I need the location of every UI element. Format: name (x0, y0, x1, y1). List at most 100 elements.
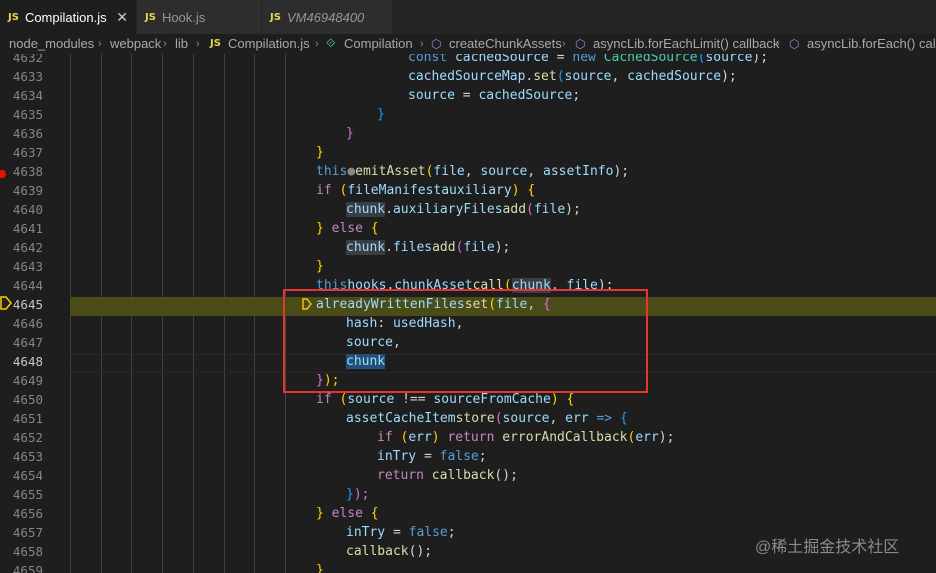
chevron-right-icon: › (562, 38, 566, 50)
breadcrumb-item[interactable]: asyncLib.forEachLimit() callback (593, 36, 779, 51)
code-text: if (fileManifestauxiliary) { (316, 183, 536, 198)
annotation-highlight-box (283, 289, 648, 393)
code-line: 4656 } else { (0, 504, 936, 523)
code-text: } (316, 145, 324, 160)
code-text: const cachedSource = new CachedSource(so… (408, 54, 769, 65)
breadcrumb-item[interactable]: asyncLib.forEach() callb (807, 36, 936, 51)
line-number: 4657 (12, 525, 43, 540)
line-number: 4636 (12, 126, 43, 141)
code-line: 4634 source = cachedSource; (0, 86, 936, 105)
code-text: } else { (316, 506, 379, 521)
chevron-right-icon: › (196, 38, 200, 50)
breadcrumb-item[interactable]: Compilation.js (228, 36, 310, 51)
line-number: 4642 (12, 240, 43, 255)
breadcrumb: node_modules › webpack › lib › JS Compil… (0, 34, 936, 54)
line-number: 4639 (12, 183, 43, 198)
line-number: 4635 (12, 107, 43, 122)
code-line: 4651 assetCacheItemstore(source, err => … (0, 409, 936, 428)
code-line: 4654 return callback(); (0, 466, 936, 485)
chevron-right-icon: › (163, 38, 167, 50)
code-text: } (316, 563, 324, 573)
code-line: 4637 } (0, 143, 936, 162)
line-number: 4653 (12, 449, 43, 464)
line-number: 4632 (12, 54, 43, 65)
line-number: 4648 (12, 354, 43, 369)
line-number: 4643 (12, 259, 43, 274)
line-number: 4634 (12, 88, 43, 103)
chevron-right-icon: › (420, 38, 424, 50)
line-number: 4658 (12, 544, 43, 559)
class-icon: ⟐ (326, 36, 336, 50)
line-number: 4640 (12, 202, 43, 217)
tab-label: VM46948400 (286, 9, 365, 25)
line-number: 4651 (12, 411, 43, 426)
line-number: 4638 (12, 164, 43, 179)
code-line: 4655 }); (0, 485, 936, 504)
line-number: 4633 (12, 69, 43, 84)
code-line: 4636 } (0, 124, 936, 143)
code-text: }); (346, 487, 370, 502)
code-text: chunk.auxiliaryFilesadd(file); (346, 202, 581, 217)
line-number: 4654 (12, 468, 43, 483)
code-line: 4639 if (fileManifestauxiliary) { (0, 181, 936, 200)
js-file-icon: JS (210, 38, 221, 49)
breadcrumb-item[interactable]: webpack (110, 36, 161, 51)
code-line: 4632 const cachedSource = new CachedSour… (0, 54, 936, 67)
code-text: callback(); (346, 544, 433, 559)
breadcrumb-item[interactable]: createChunkAssets (449, 36, 562, 51)
chevron-right-icon: › (315, 38, 319, 50)
debug-stackframe-arrow-icon (0, 296, 12, 310)
code-text: source = cachedSource; (408, 88, 581, 103)
inline-breakpoint-dot-icon: ● (347, 164, 356, 179)
code-text: } (377, 107, 385, 122)
line-number: 4646 (12, 316, 43, 331)
method-icon: ⬡ (431, 37, 442, 51)
code-line: 4635 } (0, 105, 936, 124)
chevron-right-icon: › (98, 38, 102, 50)
line-number: 4652 (12, 430, 43, 445)
breadcrumb-item[interactable]: Compilation (344, 36, 413, 51)
tab-vm[interactable]: JS VM46948400 (262, 0, 392, 34)
breadcrumb-item[interactable]: node_modules (9, 36, 94, 51)
code-line: 4638 this●emitAsset(file, source, assetI… (0, 162, 936, 181)
tab-bar: JS Compilation.js ✕ JS Hook.js JS VM4694… (0, 0, 936, 34)
method-icon: ⬡ (789, 37, 800, 51)
line-number: 4656 (12, 506, 43, 521)
line-number: 4641 (12, 221, 43, 236)
line-number: 4649 (12, 373, 43, 388)
line-number: 4650 (12, 392, 43, 407)
line-number: 4637 (12, 145, 43, 160)
code-text: cachedSourceMap.set(source, cachedSource… (408, 69, 737, 84)
code-text: return callback(); (377, 468, 518, 483)
line-number: 4644 (12, 278, 43, 293)
code-text: } else { (316, 221, 379, 236)
js-file-icon: JS (270, 11, 281, 23)
code-line: 4653 inTry = false; (0, 447, 936, 466)
method-icon: ⬡ (575, 37, 586, 51)
breadcrumb-item[interactable]: lib (175, 36, 188, 51)
code-text: this●emitAsset(file, source, assetInfo); (316, 164, 630, 179)
close-icon[interactable]: ✕ (116, 9, 128, 26)
line-number: 4647 (12, 335, 43, 350)
code-line: 4640 chunk.auxiliaryFilesadd(file); (0, 200, 936, 219)
tab-label: Hook.js (161, 9, 206, 25)
tab-hook-js[interactable]: JS Hook.js (137, 0, 261, 34)
code-line: 4643 } (0, 257, 936, 276)
code-line: 4659 } (0, 561, 936, 573)
code-text: inTry = false; (346, 525, 456, 540)
code-text: chunk.filesadd(file); (346, 240, 511, 255)
code-text: } (346, 126, 354, 141)
code-text: } (316, 259, 324, 274)
code-line: 4652 if (err) return errorAndCallback(er… (0, 428, 936, 447)
tab-compilation-js[interactable]: JS Compilation.js ✕ (0, 0, 136, 34)
code-line: 4642 chunk.filesadd(file); (0, 238, 936, 257)
watermark: @稀土掘金技术社区 (755, 539, 900, 556)
code-line: 4641 } else { (0, 219, 936, 238)
js-file-icon: JS (8, 11, 19, 23)
code-line: 4633 cachedSourceMap.set(source, cachedS… (0, 67, 936, 86)
code-text: assetCacheItemstore(source, err => { (346, 411, 628, 426)
chevron-right-icon: › (776, 38, 780, 50)
code-text: inTry = false; (377, 449, 487, 464)
js-file-icon: JS (145, 11, 156, 23)
line-number: 4655 (12, 487, 43, 502)
